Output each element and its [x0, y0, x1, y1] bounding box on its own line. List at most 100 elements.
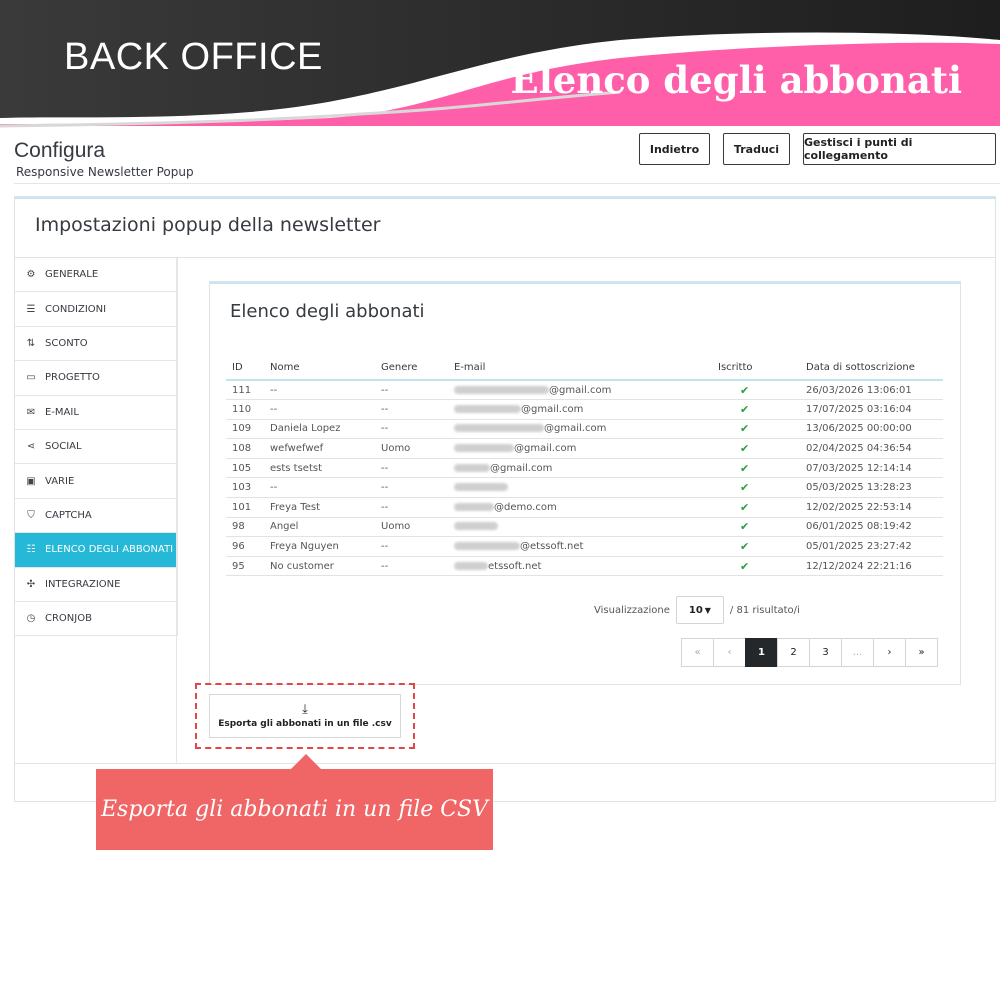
sidebar-item-cronjob[interactable]: ◷ CRONJOB [15, 601, 178, 637]
column-header-id[interactable]: ID [226, 356, 264, 381]
per-page-select[interactable]: 10 ▼ [675, 596, 724, 624]
sidebar-item-integrazione[interactable]: ✣ INTEGRAZIONE [15, 567, 178, 602]
check-icon: ✔ [712, 517, 800, 538]
sidebar-item-sconto[interactable]: ⇅ SCONTO [15, 326, 178, 362]
module-config-page: Configura Responsive Newsletter Popup In… [14, 126, 1000, 806]
email-domain: @gmail.com [549, 384, 612, 396]
column-header-gender[interactable]: Genere [375, 356, 448, 381]
cell-email: @gmail.com [448, 419, 712, 440]
cell-email [448, 477, 712, 499]
cell-email: etssoft.net [448, 556, 712, 577]
page-title: Configura [14, 139, 106, 162]
page-1-button[interactable]: 1 [745, 638, 778, 667]
table-row[interactable]: 111 -- -- @gmail.com ✔ 26/03/2026 13:06:… [226, 380, 943, 401]
table-row[interactable]: 109 Daniela Lopez -- @gmail.com ✔ 13/06/… [226, 419, 943, 440]
cell-email: @gmail.com [448, 399, 712, 420]
check-icon: ✔ [712, 380, 800, 401]
translate-button[interactable]: Traduci [723, 133, 790, 165]
redacted-text [454, 385, 549, 394]
cell-email: @gmail.com [448, 458, 712, 479]
window-icon: ▭ [26, 372, 36, 384]
cell-gender: -- [375, 458, 448, 479]
next-page-button[interactable]: › [873, 638, 906, 667]
check-icon: ✔ [712, 438, 800, 459]
cell-email: @etssoft.net [448, 536, 712, 557]
sidebar-item-captcha[interactable]: ⛉ CAPTCHA [15, 498, 178, 534]
cell-id: 98 [226, 517, 264, 538]
table-row[interactable]: 96 Freya Nguyen -- @etssoft.net ✔ 05/01/… [226, 536, 943, 557]
cell-name: wefwefwef [264, 438, 375, 459]
display-label: Visualizzazione [594, 604, 670, 616]
shield-icon: ⛉ [27, 509, 35, 521]
page-3-button[interactable]: 3 [809, 638, 842, 667]
panel-accent-line [15, 197, 995, 199]
check-icon: ✔ [712, 556, 800, 577]
first-page-button[interactable]: « [681, 638, 714, 667]
cell-id: 110 [226, 399, 264, 420]
check-icon: ✔ [712, 419, 800, 440]
table-row[interactable]: 95 No customer -- etssoft.net ✔ 12/12/20… [226, 556, 943, 577]
cell-email: @gmail.com [448, 438, 712, 459]
sidebar-item-condizioni[interactable]: ☰ CONDIZIONI [15, 292, 178, 327]
page-header: Configura Responsive Newsletter Popup In… [14, 126, 1000, 184]
table-row[interactable]: 101 Freya Test -- @demo.com ✔ 12/02/2025… [226, 497, 943, 518]
pagination: « ‹ 1 2 3 ... › » [681, 638, 938, 667]
cell-date: 12/02/2025 22:53:14 [800, 497, 943, 518]
redacted-text [454, 444, 514, 453]
cell-date: 05/03/2025 13:28:23 [800, 477, 943, 499]
subscribers-card: Elenco degli abbonati ID Nome Genere E-m… [209, 281, 961, 685]
cell-email: @demo.com [448, 497, 712, 518]
back-button[interactable]: Indietro [639, 133, 710, 165]
cell-name: Freya Nguyen [264, 536, 375, 557]
sidebar-item-label: CRONJOB [45, 613, 92, 625]
cell-date: 06/01/2025 08:19:42 [800, 517, 943, 538]
column-header-name[interactable]: Nome [264, 356, 375, 381]
previous-page-button[interactable]: ‹ [713, 638, 746, 667]
manage-hooks-button[interactable]: Gestisci i punti di collegamento [803, 133, 996, 165]
sidebar-divider [176, 258, 177, 764]
column-header-email[interactable]: E-mail [448, 356, 712, 381]
sidebar-item-label: INTEGRAZIONE [45, 578, 121, 590]
cell-gender: -- [375, 399, 448, 420]
export-csv-button[interactable]: ⤓ Esporta gli abbonati in un file .csv [209, 694, 401, 738]
table-row[interactable]: 108 wefwefwef Uomo @gmail.com ✔ 02/04/20… [226, 438, 943, 459]
last-page-button[interactable]: » [905, 638, 938, 667]
cell-date: 17/07/2025 03:16:04 [800, 399, 943, 420]
cell-name: ests tsetst [264, 458, 375, 479]
sidebar-item-label: ELENCO DEGLI ABBONATI [45, 544, 174, 556]
cell-name: Daniela Lopez [264, 419, 375, 440]
table-row[interactable]: 98 Angel Uomo ✔ 06/01/2025 08:19:42 [226, 517, 943, 538]
sidebar-item-elenco-abbonati[interactable]: ☷ ELENCO DEGLI ABBONATI [15, 533, 178, 568]
cell-name: Angel [264, 517, 375, 538]
cell-id: 95 [226, 556, 264, 577]
settings-sidebar: ⚙ GENERALE ☰ CONDIZIONI ⇅ SCONTO ▭ PROGETTO … [15, 258, 178, 637]
cell-id: 103 [226, 477, 264, 499]
redacted-text [454, 483, 508, 492]
per-page-value: 10 [688, 604, 703, 616]
table-row[interactable]: 110 -- -- @gmail.com ✔ 17/07/2025 03:16:… [226, 399, 943, 420]
table-row[interactable]: 103 -- -- ✔ 05/03/2025 13:28:23 [226, 477, 943, 499]
sort-icon: ⇅ [26, 337, 36, 349]
cell-gender: Uomo [375, 438, 448, 459]
redacted-text [454, 542, 520, 551]
ellipsis: ... [841, 638, 874, 667]
sidebar-item-social[interactable]: ⋖ SOCIAL [15, 429, 178, 465]
sidebar-item-progetto[interactable]: ▭ PROGETTO [15, 361, 178, 396]
cell-date: 05/01/2025 23:27:42 [800, 536, 943, 557]
cell-gender: Uomo [375, 517, 448, 538]
page-2-button[interactable]: 2 [777, 638, 810, 667]
column-header-subscribed[interactable]: Iscritto [712, 356, 800, 381]
sidebar-item-label: E-MAIL [45, 406, 79, 418]
sidebar-item-email[interactable]: ✉ E-MAIL [15, 395, 178, 430]
table-row[interactable]: 105 ests tsetst -- @gmail.com ✔ 07/03/20… [226, 458, 943, 479]
banner-section-title: Elenco degli abbonati [510, 58, 962, 102]
column-header-date[interactable]: Data di sottoscrizione [800, 356, 943, 381]
cell-date: 13/06/2025 00:00:00 [800, 419, 943, 440]
sidebar-item-generale[interactable]: ⚙ GENERALE [15, 258, 178, 293]
callout-box: Esporta gli abbonati in un file CSV [96, 769, 493, 850]
cell-id: 105 [226, 458, 264, 479]
cell-id: 101 [226, 497, 264, 518]
subscribers-table: ID Nome Genere E-mail Iscritto Data di s… [226, 356, 943, 577]
sidebar-item-label: GENERALE [45, 269, 99, 281]
sidebar-item-varie[interactable]: ▣ VARIE [15, 464, 178, 499]
